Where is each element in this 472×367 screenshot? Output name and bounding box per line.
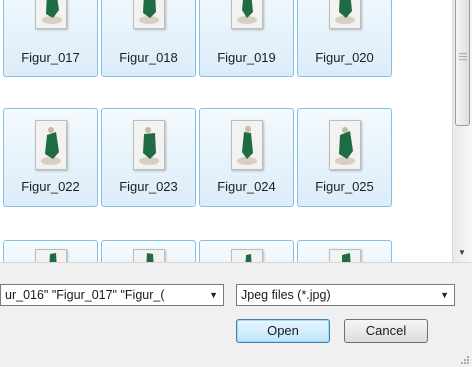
file-item[interactable] <box>101 240 196 262</box>
open-button[interactable]: Open <box>236 319 330 343</box>
cancel-button[interactable]: Cancel <box>344 319 428 343</box>
file-item[interactable]: Figur_020 <box>297 0 392 77</box>
thumbnail-image <box>328 120 361 170</box>
thumbnail-image <box>132 249 165 262</box>
dialog-footer: ur_016" "Figur_017" "Figur_( ▼ Jpeg file… <box>0 262 472 367</box>
file-type-value: Jpeg files (*.jpg) <box>241 288 331 302</box>
file-item[interactable]: Figur_022 <box>3 108 98 207</box>
file-name-label: Figur_018 <box>119 50 178 65</box>
file-item[interactable]: Figur_018 <box>101 0 196 77</box>
file-item[interactable]: Figur_025 <box>297 108 392 207</box>
file-name-label: Figur_019 <box>217 50 276 65</box>
scroll-down-arrow-icon[interactable]: ▼ <box>458 248 466 257</box>
file-item[interactable]: Figur_023 <box>101 108 196 207</box>
thumbnail-image <box>328 0 361 29</box>
chevron-down-icon[interactable]: ▼ <box>440 285 449 305</box>
file-item[interactable] <box>297 240 392 262</box>
file-list-view[interactable]: Figur_017 Figur_018 Figur_019 Figur_020 … <box>0 0 452 262</box>
open-button-label: Open <box>267 323 299 338</box>
file-item[interactable]: Figur_024 <box>199 108 294 207</box>
thumbnail-image <box>230 0 263 29</box>
file-name-label: Figur_017 <box>21 50 80 65</box>
thumbnail-image <box>132 120 165 170</box>
thumbnail-image <box>34 120 67 170</box>
scrollbar-grip-icon: — — — <box>459 49 467 64</box>
file-item[interactable] <box>199 240 294 262</box>
thumbnail-image <box>132 0 165 29</box>
file-name-label: Figur_025 <box>315 179 374 194</box>
thumbnail-image <box>34 0 67 29</box>
file-name-label: Figur_020 <box>315 50 374 65</box>
thumbnail-image <box>34 249 67 262</box>
file-type-select[interactable]: Jpeg files (*.jpg) ▼ <box>236 284 455 306</box>
file-name-value: ur_016" "Figur_017" "Figur_( <box>5 288 165 302</box>
file-item[interactable]: Figur_017 <box>3 0 98 77</box>
file-name-combobox[interactable]: ur_016" "Figur_017" "Figur_( ▼ <box>0 284 224 306</box>
file-name-label: Figur_023 <box>119 179 178 194</box>
file-name-label: Figur_022 <box>21 179 80 194</box>
chevron-down-icon[interactable]: ▼ <box>209 285 218 305</box>
thumbnail-image <box>328 249 361 262</box>
file-item[interactable]: Figur_019 <box>199 0 294 77</box>
resize-grip-icon[interactable] <box>458 353 470 365</box>
thumbnail-image <box>230 249 263 262</box>
file-name-label: Figur_024 <box>217 179 276 194</box>
scrollbar-thumb[interactable]: — — — <box>455 0 470 126</box>
cancel-button-label: Cancel <box>365 323 407 338</box>
file-item[interactable] <box>3 240 98 262</box>
vertical-scrollbar[interactable]: — — — ▼ <box>452 0 472 262</box>
thumbnail-image <box>230 120 263 170</box>
